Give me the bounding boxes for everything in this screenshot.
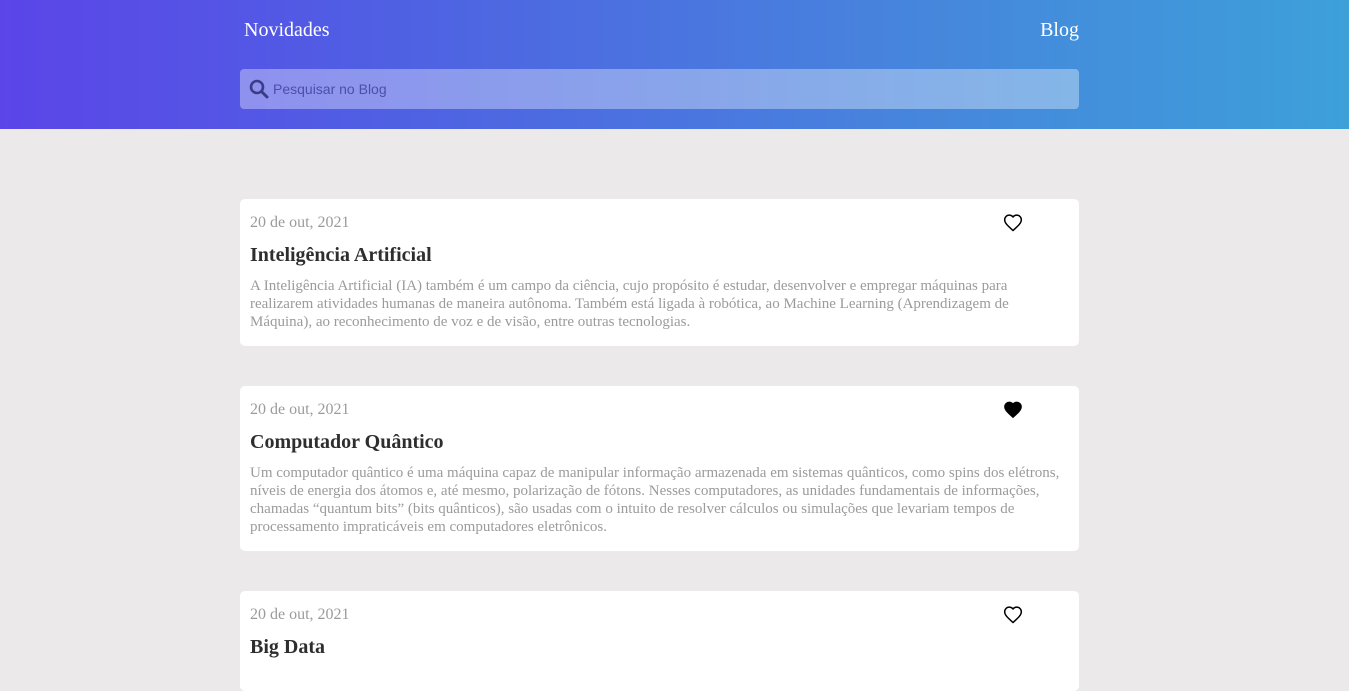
search-bar[interactable]: [240, 69, 1079, 109]
nav-blog-link[interactable]: Blog: [1040, 19, 1079, 42]
post-card: 20 de out, 2021 Big Data: [240, 591, 1079, 691]
post-card: 20 de out, 2021 Inteligência Artificial …: [240, 199, 1079, 346]
nav-novidades-link[interactable]: Novidades: [244, 19, 330, 42]
post-title[interactable]: Computador Quântico: [250, 430, 1069, 454]
post-title[interactable]: Big Data: [250, 635, 1069, 659]
post-excerpt: A Inteligência Artificial (IA) também é …: [250, 278, 1009, 330]
post-date: 20 de out, 2021: [250, 214, 350, 231]
post-card: 20 de out, 2021 Computador Quântico Um c…: [240, 386, 1079, 551]
heart-icon[interactable]: [1003, 605, 1023, 625]
heart-icon[interactable]: [1003, 213, 1023, 233]
post-date: 20 de out, 2021: [250, 401, 350, 418]
post-excerpt: Um computador quântico é uma máquina cap…: [250, 465, 1060, 535]
search-input[interactable]: [273, 69, 1053, 109]
search-icon[interactable]: [240, 69, 273, 109]
post-date: 20 de out, 2021: [250, 606, 350, 623]
heart-filled-icon[interactable]: [1003, 400, 1023, 420]
header: Novidades Blog: [0, 0, 1349, 129]
post-title[interactable]: Inteligência Artificial: [250, 243, 1069, 267]
